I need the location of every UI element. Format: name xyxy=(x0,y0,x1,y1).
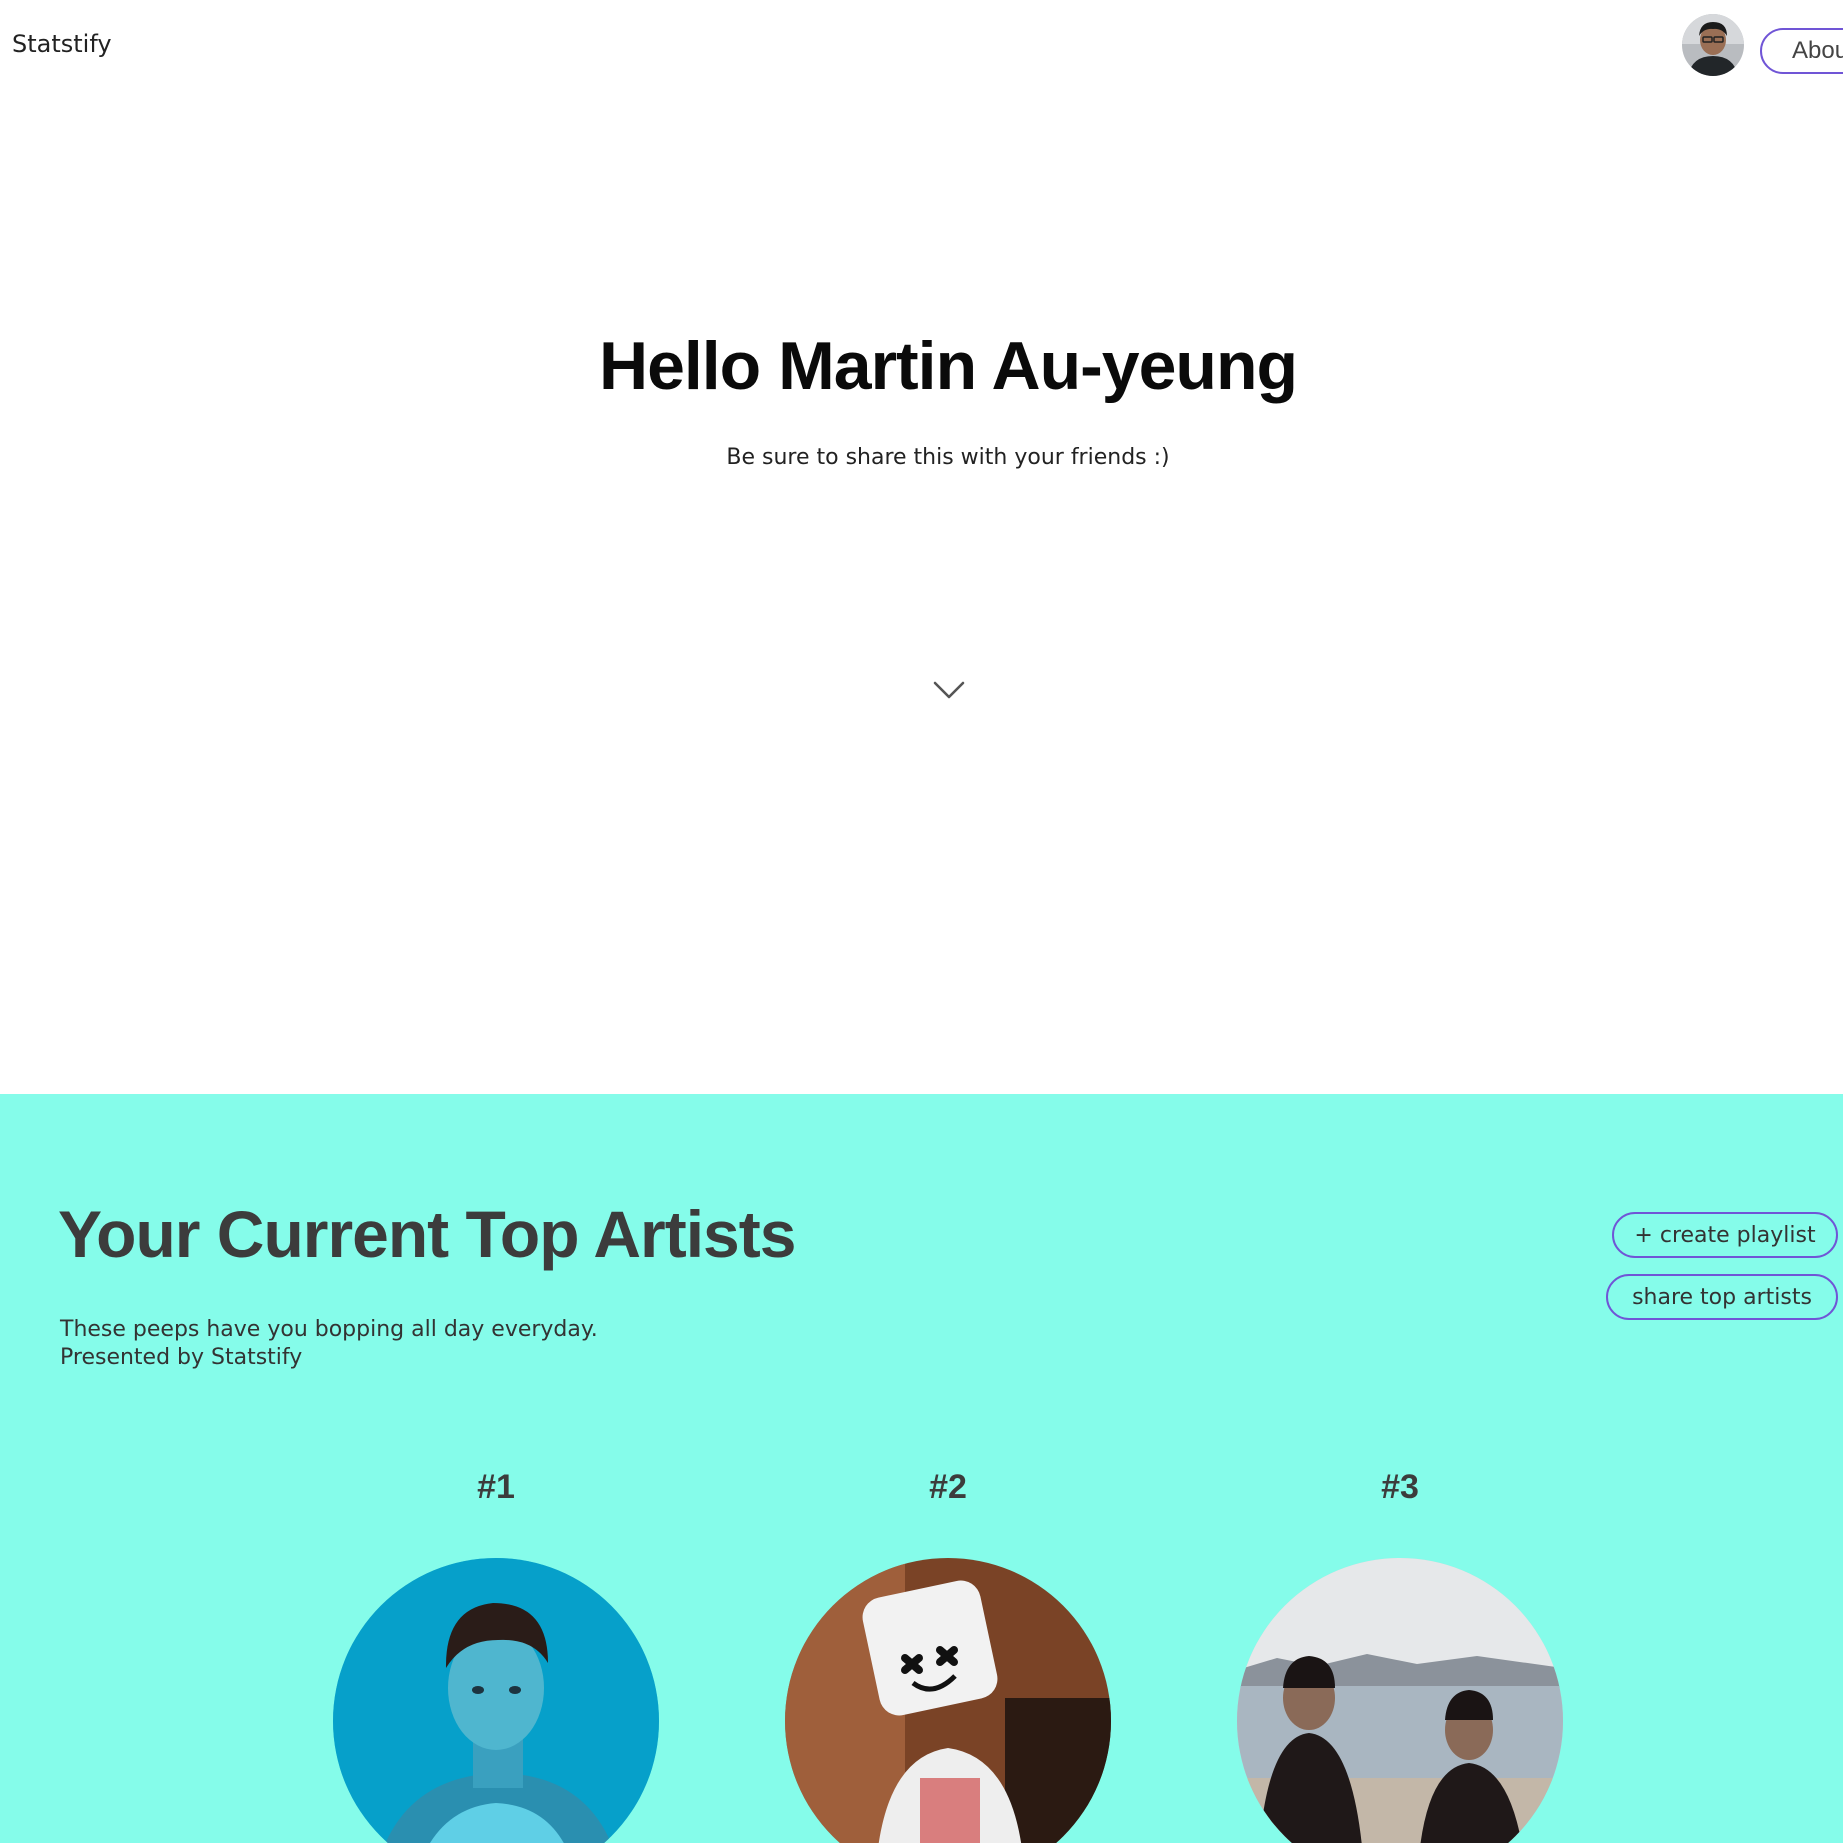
hero-subtitle: Be sure to share this with your friends … xyxy=(726,445,1170,470)
chevron-down-icon[interactable] xyxy=(932,678,966,702)
hero-title: Hello Martin Au-yeung xyxy=(598,328,1298,404)
top-artists-title: Your Current Top Artists xyxy=(58,1197,796,1271)
description-line-2: Presented by Statstify xyxy=(60,1345,303,1370)
artist-image-2[interactable] xyxy=(785,1558,1111,1843)
artist-image-1[interactable] xyxy=(333,1558,659,1843)
brand-logo[interactable]: Statstify xyxy=(12,30,112,58)
page: Statstify About Hello Martin Au-yeung Be… xyxy=(0,0,1843,1843)
about-button[interactable]: About xyxy=(1760,28,1843,74)
rank-label-3: #3 xyxy=(1381,1468,1419,1506)
description-line-1: These peeps have you bopping all day eve… xyxy=(60,1317,598,1342)
top-artists-section: Your Current Top Artists These peeps hav… xyxy=(0,1094,1843,1843)
create-playlist-button[interactable]: + create playlist xyxy=(1612,1212,1838,1258)
share-top-artists-button[interactable]: share top artists xyxy=(1606,1274,1838,1320)
rank-label-1: #1 xyxy=(477,1468,515,1506)
top-artists-description: These peeps have you bopping all day eve… xyxy=(60,1316,598,1372)
artist-image-3[interactable] xyxy=(1237,1558,1563,1843)
user-avatar[interactable] xyxy=(1682,14,1744,76)
rank-label-2: #2 xyxy=(929,1468,967,1506)
